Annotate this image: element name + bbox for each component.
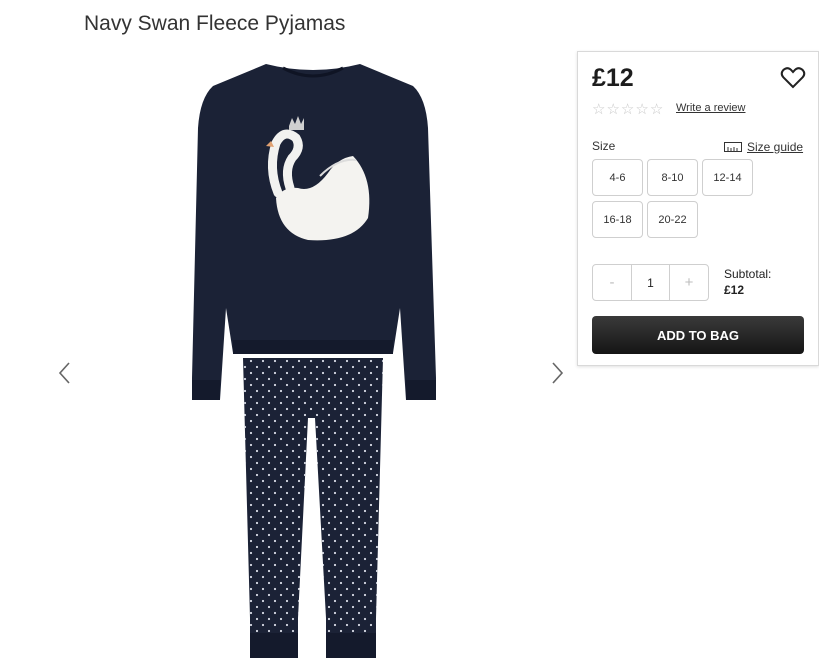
- rating-stars: ☆ ☆ ☆ ☆ ☆: [592, 102, 663, 117]
- size-option-16-18[interactable]: 16-18: [592, 201, 643, 238]
- size-option-12-14[interactable]: 12-14: [702, 159, 753, 196]
- subtotal: Subtotal: £12: [724, 266, 771, 298]
- size-label: Size: [592, 139, 616, 153]
- quantity-stepper: - 1 +: [592, 264, 709, 301]
- star-icon: ☆: [606, 101, 620, 118]
- write-review-link[interactable]: Write a review: [676, 102, 745, 114]
- ruler-icon: [724, 142, 742, 152]
- increment-button[interactable]: +: [670, 265, 708, 300]
- size-option-8-10[interactable]: 8-10: [647, 159, 698, 196]
- star-icon: ☆: [635, 101, 649, 118]
- star-icon: ☆: [592, 101, 606, 118]
- size-options: 4-6 8-10 12-14 16-18 20-22: [592, 159, 762, 238]
- product-title: Navy Swan Fleece Pyjamas: [84, 12, 346, 35]
- decrement-button[interactable]: -: [593, 265, 631, 300]
- chevron-right-icon[interactable]: [546, 360, 568, 386]
- heart-icon[interactable]: [780, 66, 806, 90]
- subtotal-amount: £12: [724, 283, 745, 297]
- size-guide-label: Size guide: [747, 140, 804, 154]
- size-option-4-6[interactable]: 4-6: [592, 159, 643, 196]
- star-icon: ☆: [620, 101, 635, 118]
- quantity-field[interactable]: 1: [631, 265, 670, 300]
- product-price: £12: [592, 64, 634, 92]
- star-icon: ☆: [649, 101, 664, 118]
- purchase-panel: £12 ☆ ☆ ☆ ☆ ☆ Write a review Size Size g…: [577, 51, 819, 366]
- product-image: [192, 64, 436, 658]
- size-option-20-22[interactable]: 20-22: [647, 201, 698, 238]
- product-gallery: [40, 52, 580, 665]
- size-guide-link[interactable]: Size guide: [724, 140, 803, 154]
- subtotal-label: Subtotal:: [724, 267, 772, 281]
- add-to-bag-button[interactable]: ADD TO BAG: [592, 316, 804, 354]
- chevron-left-icon[interactable]: [54, 360, 76, 386]
